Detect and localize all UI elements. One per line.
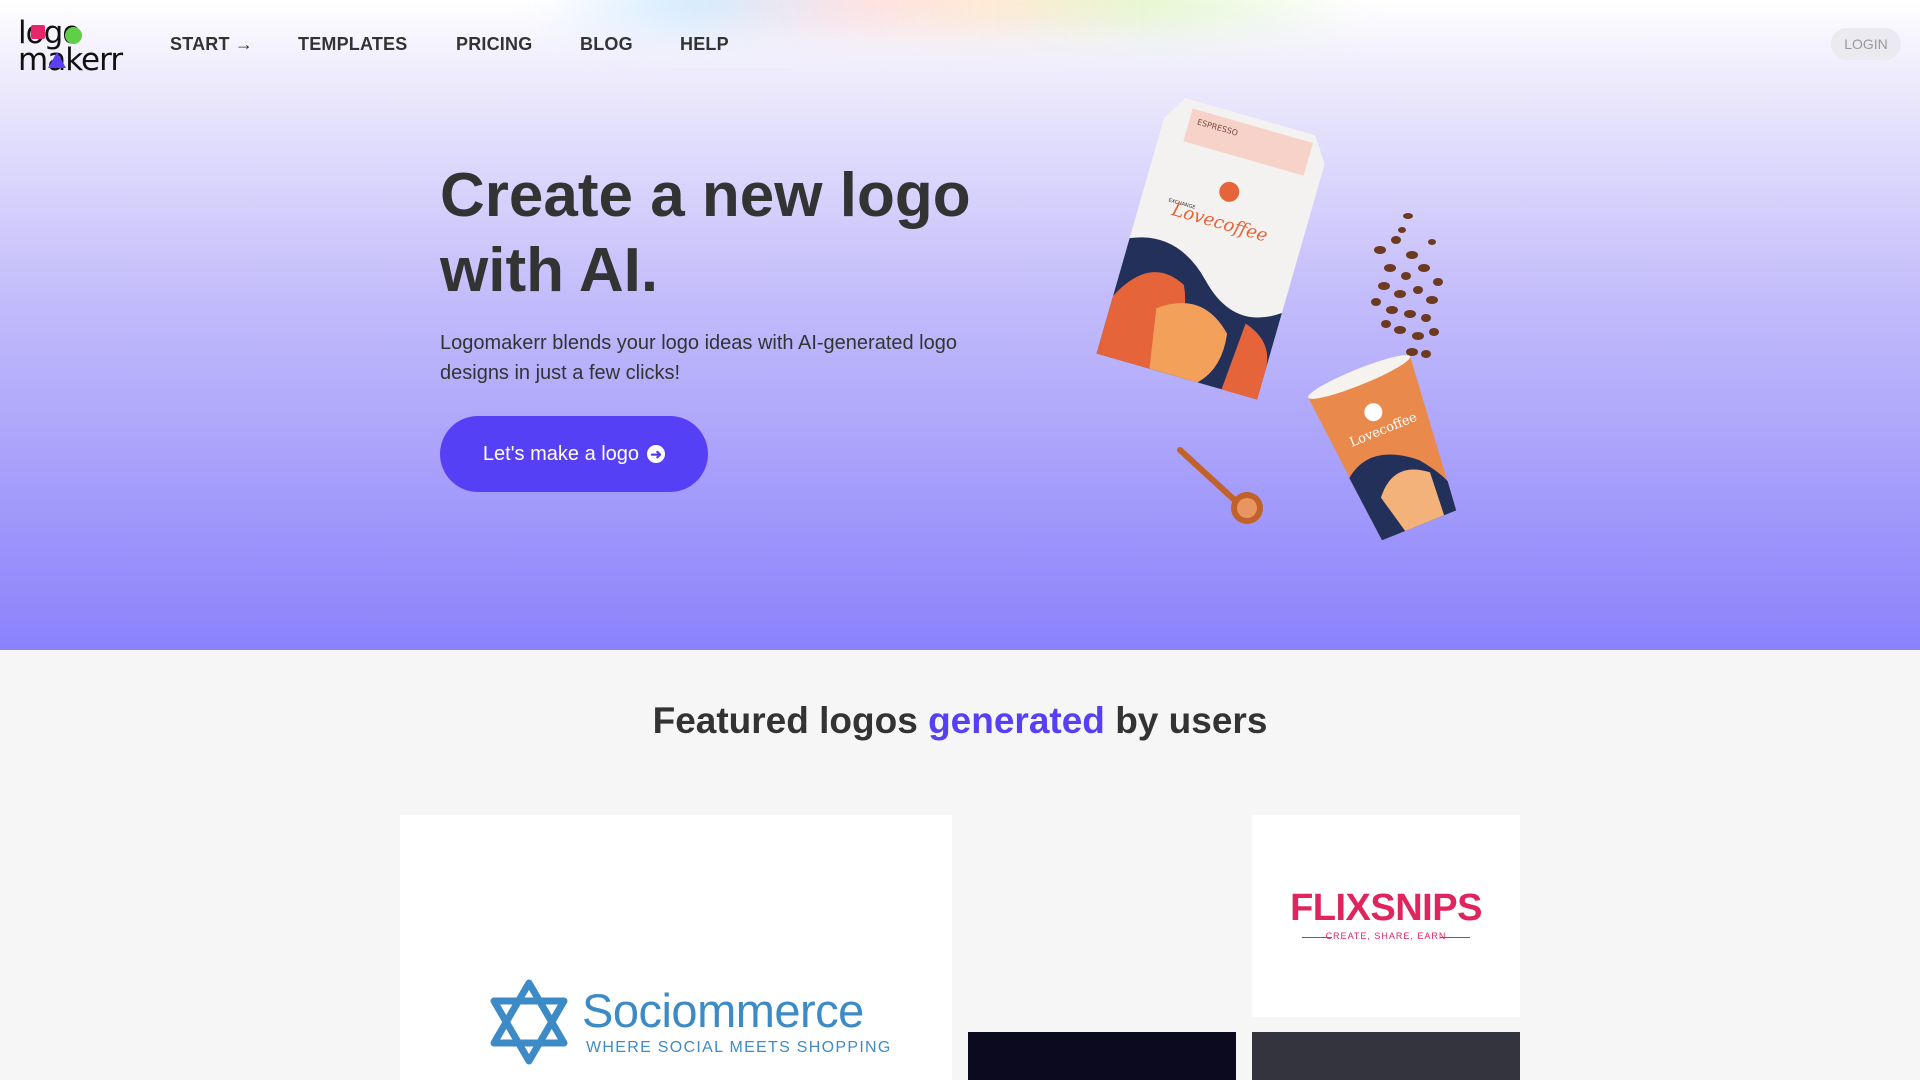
coffee-beans-image xyxy=(1371,213,1443,358)
hero-title: Create a new logo with AI. xyxy=(440,161,971,305)
featured-heading-pre: Featured logos xyxy=(652,700,929,741)
sociommerce-tagline: WHERE SOCIAL MEETS SHOPPING xyxy=(586,1039,892,1056)
coffee-cup-image: Lovecoffee xyxy=(1308,355,1457,541)
nav-pricing[interactable]: PRICING xyxy=(456,34,532,55)
nav-blog[interactable]: BLOG xyxy=(580,34,633,55)
featured-heading: Featured logos generated by users xyxy=(0,700,1920,742)
flixsnips-rule-right xyxy=(1440,937,1470,938)
logo-square-shape xyxy=(31,25,45,39)
featured-logo-card-gray[interactable] xyxy=(1252,1032,1520,1080)
hero-glow xyxy=(540,0,1360,30)
flixsnips-name: FLIXSNIPS xyxy=(1290,887,1482,929)
arrow-circle-right-icon: ➜ xyxy=(647,445,666,463)
hero-section: logo makerr START → TEMPLATES PRICING BL… xyxy=(0,0,1920,650)
brand-logo-line2: makerr xyxy=(18,42,123,78)
flixsnips-tagline: CREATE, SHARE, EARN xyxy=(1325,931,1447,941)
sociommerce-star-icon xyxy=(490,979,568,1065)
brand-logo[interactable]: logo makerr xyxy=(18,18,123,78)
sociommerce-name: Sociommerce xyxy=(582,984,864,1037)
login-button[interactable]: LOGIN xyxy=(1831,28,1901,60)
hero-description: Logomakerr blends your logo ideas with A… xyxy=(440,332,957,384)
nav-templates[interactable]: TEMPLATES xyxy=(298,34,407,55)
nav-help[interactable]: HELP xyxy=(680,34,729,55)
make-logo-button[interactable]: Let's make a logo ➜ xyxy=(440,416,708,492)
nav-start[interactable]: START → xyxy=(170,34,253,55)
logo-triangle-shape xyxy=(48,52,66,68)
featured-heading-post: by users xyxy=(1104,700,1268,741)
logo-circle-shape xyxy=(65,27,82,44)
featured-logo-card-dark[interactable] xyxy=(968,1032,1236,1080)
featured-logo-card-flixsnips[interactable]: FLIXSNIPS CREATE, SHARE, EARN xyxy=(1252,815,1520,1017)
make-logo-button-label: Let's make a logo xyxy=(482,442,640,465)
coffee-scoop-image xyxy=(1177,447,1263,524)
featured-heading-highlight: generated xyxy=(928,700,1105,741)
coffee-bag-image: ESPRESSO EXCHANGE Lovecoffee xyxy=(1096,98,1325,400)
featured-logo-card-sociommerce[interactable]: Sociommerce WHERE SOCIAL MEETS SHOPPING xyxy=(400,815,952,1080)
coffee-product-illustration: ESPRESSO EXCHANGE Lovecoffee Lovecoffee xyxy=(1096,98,1457,541)
